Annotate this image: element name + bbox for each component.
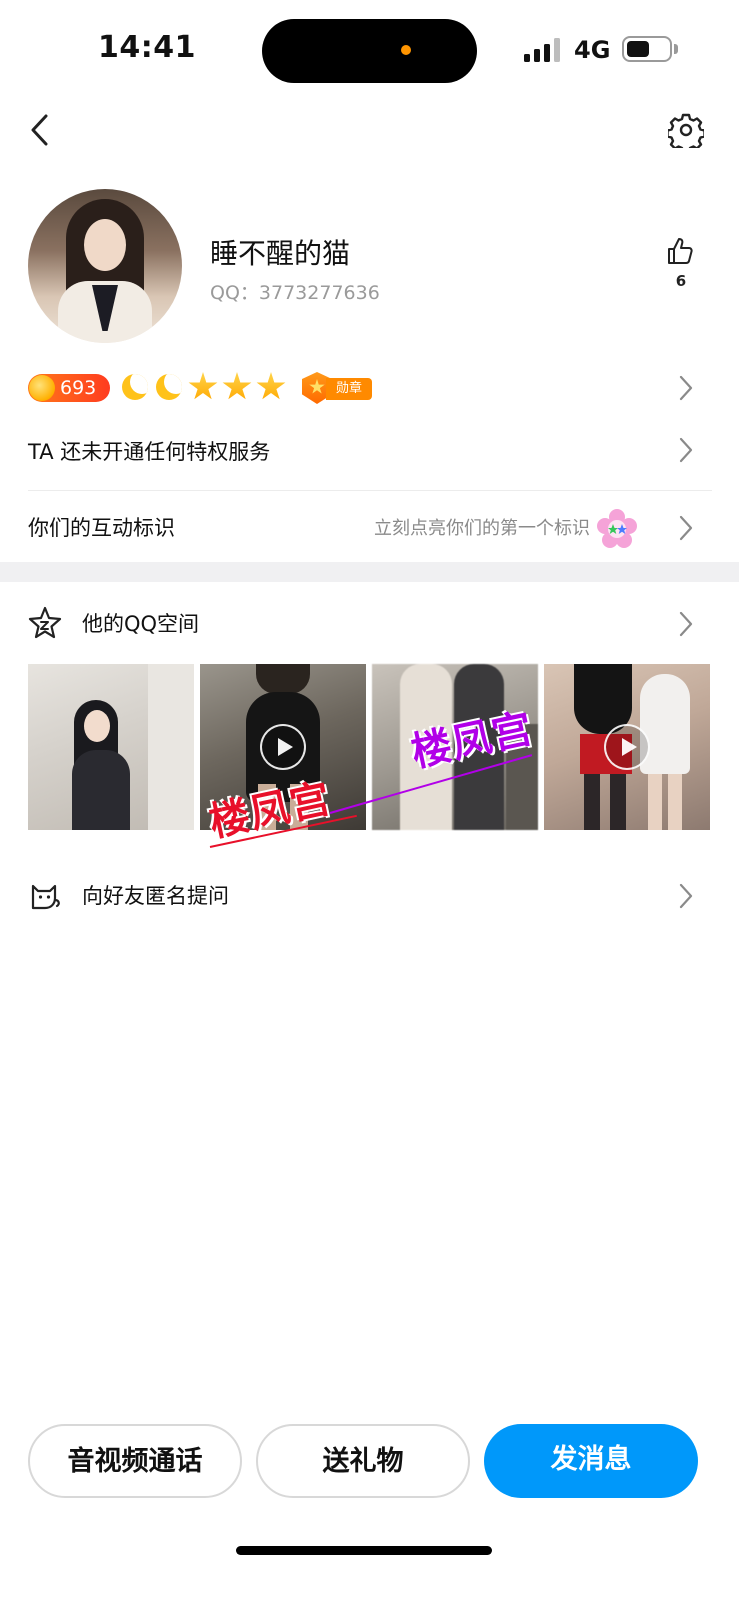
dynamic-island (262, 19, 477, 83)
privilege-label: TA 还未开通任何特权服务 (28, 440, 271, 464)
like-button[interactable]: 6 (664, 236, 698, 298)
photo-leg (648, 774, 662, 830)
medal-label: 勋章 (326, 378, 372, 400)
video-call-button[interactable]: 音视频通话 (28, 1424, 242, 1498)
level-number: 693 (60, 377, 97, 399)
chevron-right-icon (679, 611, 693, 637)
nickname: 睡不醒的猫 (210, 237, 351, 270)
photo-leg (610, 774, 626, 830)
qq-label: QQ： (210, 282, 259, 304)
level-coin-icon (29, 375, 55, 401)
qzone-photo-grid (28, 664, 712, 830)
photo-hair (256, 664, 310, 694)
send-gift-button[interactable]: 送礼物 (256, 1424, 470, 1498)
home-indicator[interactable] (236, 1546, 492, 1555)
like-count: 6 (675, 272, 687, 290)
qq-number: 3773277636 (258, 282, 380, 304)
level-badge: 693 (28, 374, 110, 402)
qzone-video[interactable] (544, 664, 710, 830)
network-label: 4G (574, 36, 611, 64)
flower-icon (597, 509, 637, 548)
photo-body (72, 750, 130, 830)
anonymous-question-label: 向好友匿名提问 (82, 884, 229, 908)
chevron-right-icon (679, 375, 693, 401)
signal-icon (524, 38, 560, 62)
qzone-row[interactable]: 他的QQ空间 (28, 604, 712, 644)
qq-number-line: QQ：3773277636 (210, 278, 380, 305)
star-icon (222, 372, 252, 400)
photo-leg (584, 774, 600, 830)
interaction-hint: 立刻点亮你们的第一个标识 (374, 518, 590, 539)
qzone-label: 他的QQ空间 (82, 612, 200, 636)
battery-icon (622, 36, 672, 62)
moon-icon (122, 374, 148, 400)
avatar[interactable] (28, 189, 182, 343)
anonymous-question-row[interactable]: 向好友匿名提问 (28, 876, 712, 916)
play-icon[interactable] (604, 724, 650, 770)
medal-badge: 勋章 (302, 372, 374, 404)
avatar-face (84, 219, 126, 271)
star-icon (188, 372, 218, 400)
star-icon (256, 372, 286, 400)
interaction-label: 你们的互动标识 (28, 516, 175, 540)
back-icon[interactable] (26, 110, 56, 150)
battery-cap (674, 44, 678, 54)
gear-icon[interactable] (668, 112, 704, 148)
status-time: 14:41 (98, 30, 196, 65)
section-gap (0, 562, 739, 582)
chevron-right-icon (679, 515, 693, 541)
moon-icon (156, 374, 182, 400)
photo-leg (668, 774, 682, 830)
star-badge-icon (28, 606, 62, 639)
chevron-right-icon (679, 883, 693, 909)
play-icon[interactable] (260, 724, 306, 770)
thumbs-up-icon (668, 238, 693, 264)
cat-icon (31, 884, 60, 910)
divider (28, 490, 712, 491)
send-message-button[interactable]: 发消息 (484, 1424, 698, 1498)
privilege-row[interactable]: TA 还未开通任何特权服务 (28, 432, 712, 468)
photo-figure (640, 674, 690, 774)
photo-face (84, 710, 110, 742)
status-bar: 14:41 4G (0, 0, 739, 100)
qzone-photo[interactable] (28, 664, 194, 830)
battery-level (627, 41, 649, 57)
photo-wall (148, 664, 194, 830)
chevron-right-icon (679, 437, 693, 463)
level-row[interactable]: 693 勋章 (28, 372, 712, 406)
recording-dot (401, 45, 411, 55)
